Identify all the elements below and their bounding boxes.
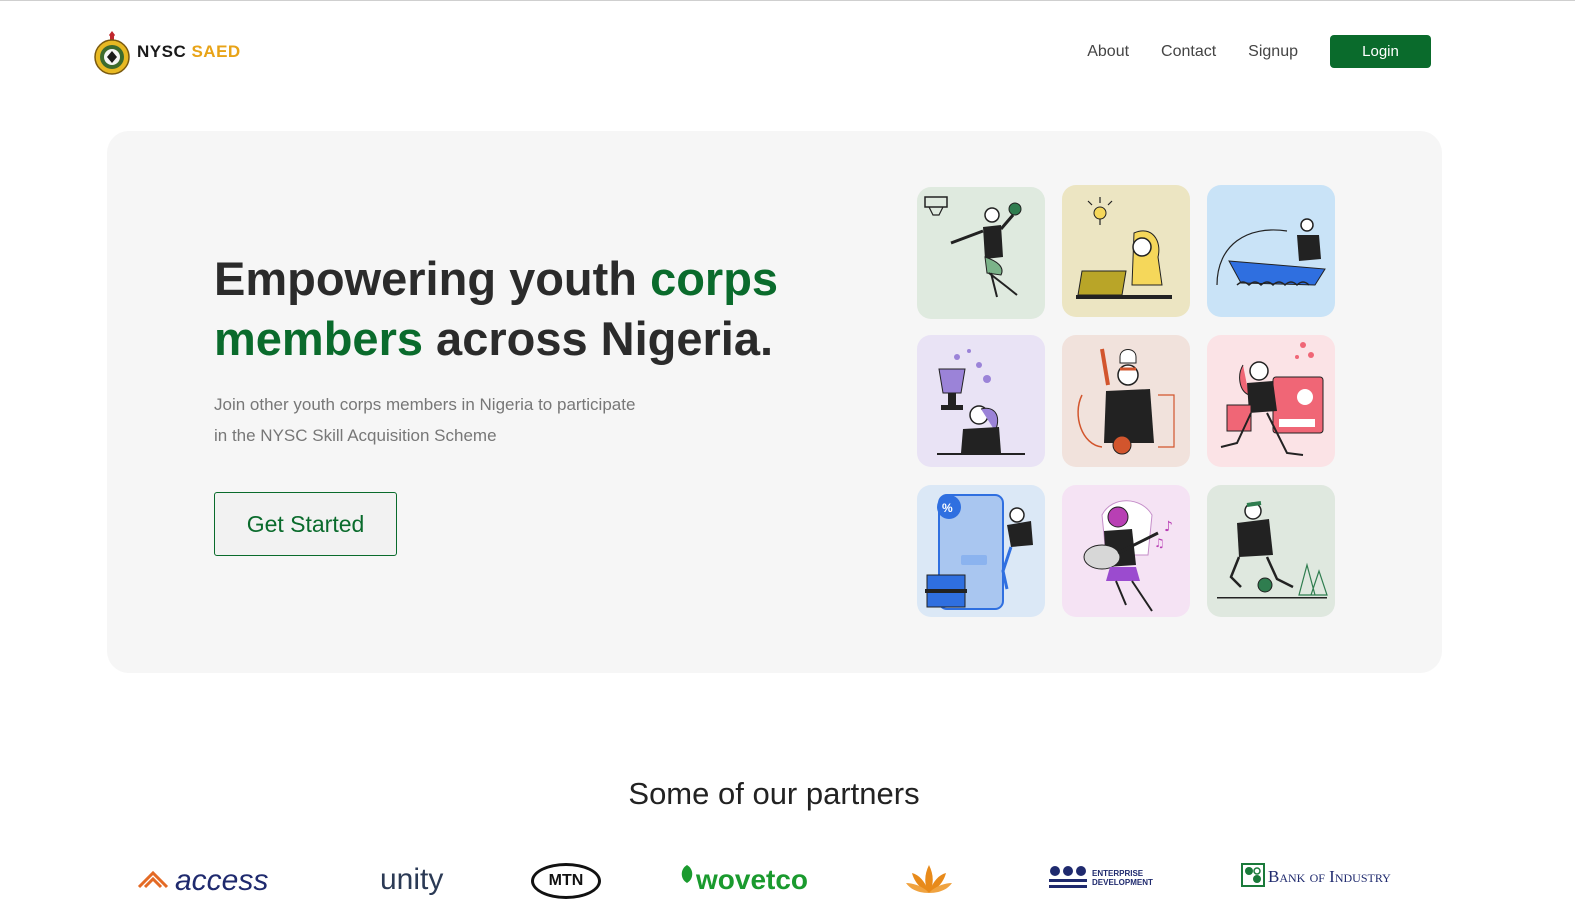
hero-description-line1: Join other youth corps members in Nigeri… xyxy=(214,395,636,414)
bank-of-industry-logo: Bank of Industry xyxy=(1241,863,1391,903)
hero-section: Empowering youth corps members across Ni… xyxy=(107,131,1442,673)
login-button[interactable]: Login xyxy=(1330,35,1431,68)
get-started-button[interactable]: Get Started xyxy=(214,492,397,556)
basketball-player-illustration xyxy=(917,187,1045,319)
enterprise-development-logo: ENTERPRISE DEVELOPMENT xyxy=(1049,863,1153,903)
chef-cooking-illustration xyxy=(1062,335,1190,467)
partners-title: Some of our partners xyxy=(628,776,920,811)
edc-emblem-icon xyxy=(1049,866,1087,888)
lotus-flower-icon xyxy=(906,865,952,893)
brand-name-part2: SAED xyxy=(191,42,241,61)
wovetco-leaf-icon xyxy=(681,865,693,883)
brand-name-part1: NYSC xyxy=(137,42,187,61)
edc-line2: DEVELOPMENT xyxy=(1092,878,1153,887)
hero-description: Join other youth corps members in Nigeri… xyxy=(214,389,674,451)
fishing-boat-illustration xyxy=(1207,185,1335,317)
guitar-music-illustration: ♪ ♫ xyxy=(1062,485,1190,617)
illustration-grid: % ♪ ♫ xyxy=(917,185,1337,617)
access-logo: access xyxy=(135,863,268,903)
online-shopping-illustration: % xyxy=(917,485,1045,617)
boi-emblem-icon xyxy=(1241,863,1265,887)
access-logo-text: access xyxy=(175,864,269,897)
hero-description-line2: in the NYSC Skill Acquisition Scheme xyxy=(214,426,497,445)
wovetco-logo: wovetco xyxy=(678,863,808,903)
wovetco-logo-text: wovetco xyxy=(696,864,809,895)
nav-contact-link[interactable]: Contact xyxy=(1161,43,1216,61)
hero-title-highlight-corps: corps xyxy=(650,252,779,305)
mtn-logo: MTN xyxy=(531,863,601,903)
hero-title-part1: Empowering youth xyxy=(214,252,651,305)
shopping-analytics-illustration xyxy=(1207,335,1335,467)
hero-title-highlight-members: members xyxy=(214,312,423,365)
partner-flower-logo xyxy=(904,863,954,903)
access-chevron-icon xyxy=(137,870,169,889)
boi-logo-text: Bank of Industry xyxy=(1268,867,1391,886)
edc-line1: ENTERPRISE xyxy=(1092,869,1144,878)
brand-logo[interactable]: NYSC SAED xyxy=(93,29,241,75)
mtn-logo-text: MTN xyxy=(531,863,601,899)
main-nav: About Contact Signup Login xyxy=(1087,35,1431,68)
hero-title-part2: across Nigeria. xyxy=(423,312,774,365)
trophy-winner-illustration xyxy=(917,335,1045,467)
nav-about-link[interactable]: About xyxy=(1087,43,1129,61)
hero-title: Empowering youth corps members across Ni… xyxy=(214,249,854,369)
brand-name: NYSC SAED xyxy=(137,42,241,62)
nav-signup-link[interactable]: Signup xyxy=(1248,43,1298,61)
svg-text:♪: ♪ xyxy=(1164,519,1173,535)
svg-text:♫: ♫ xyxy=(1154,536,1165,550)
football-player-illustration xyxy=(1207,485,1335,617)
unity-logo-text: unity xyxy=(380,863,444,896)
svg-text:%: % xyxy=(942,501,953,515)
unity-logo: unity xyxy=(380,863,443,903)
nysc-crest-icon xyxy=(93,29,131,75)
idea-laptop-illustration xyxy=(1062,185,1190,317)
